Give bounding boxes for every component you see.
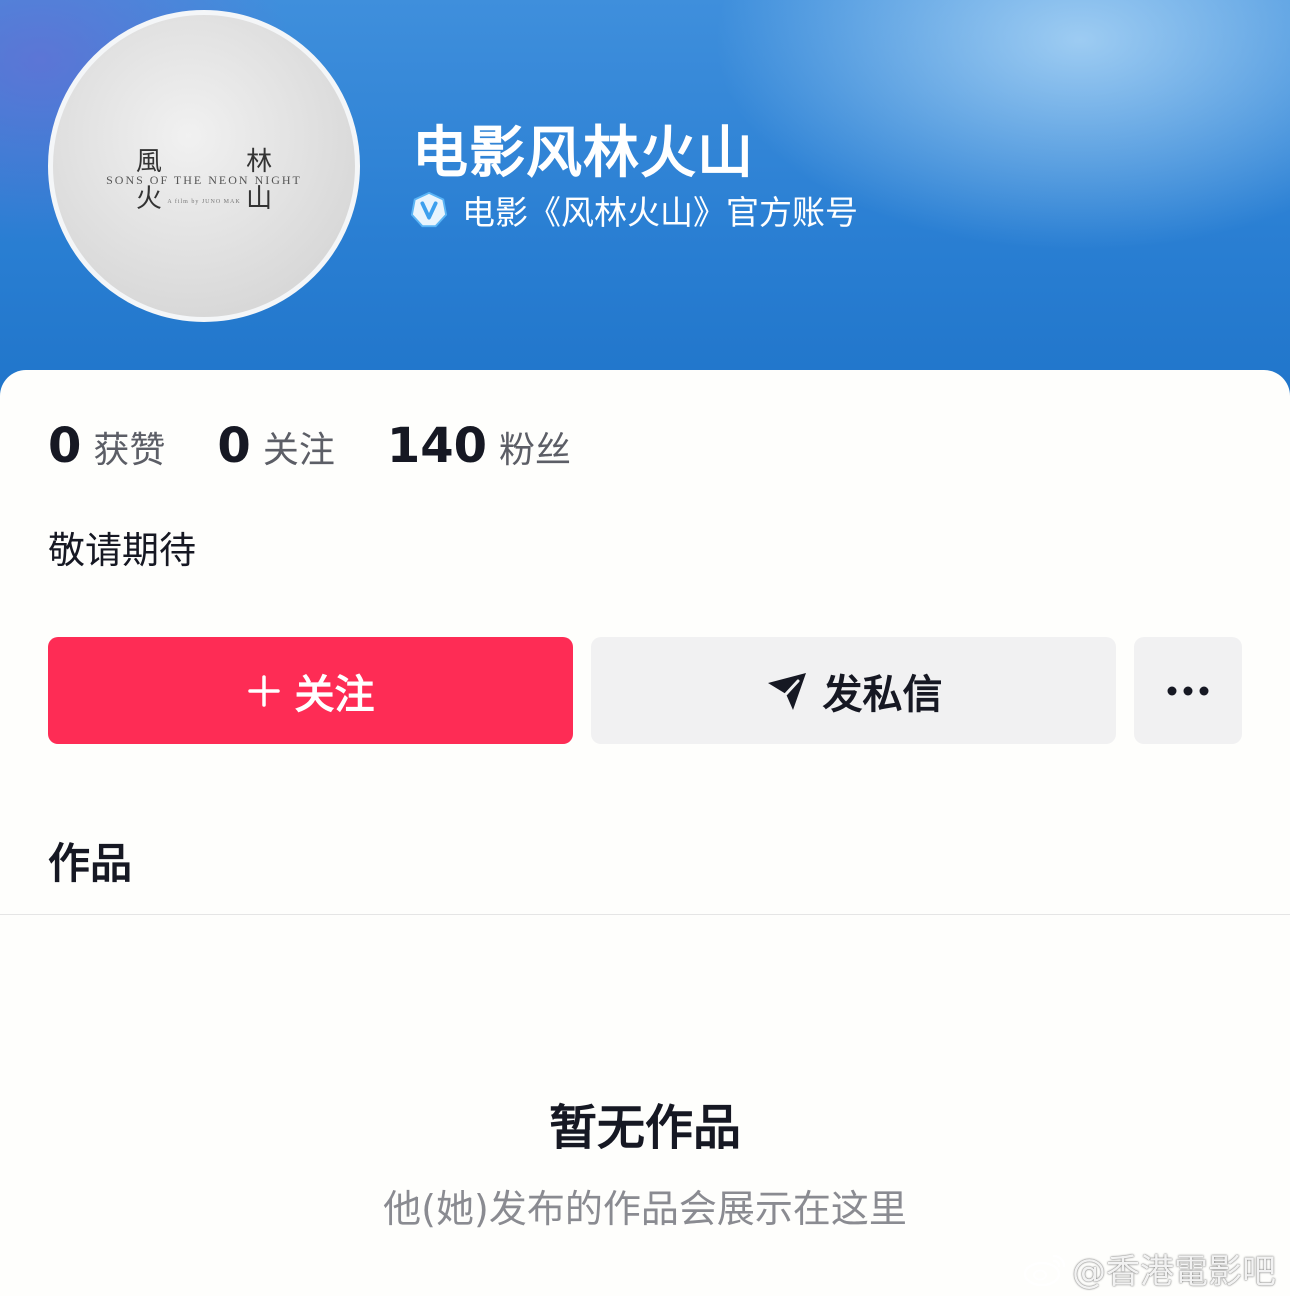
message-button-label: 发私信 (822, 671, 943, 718)
profile-bio: 敬请期待 (48, 529, 196, 572)
stat-likes[interactable]: 0 获赞 (48, 418, 165, 474)
stat-following-label: 关注 (262, 430, 335, 471)
stat-followers[interactable]: 140 粉丝 (387, 418, 571, 474)
stat-likes-value: 0 (48, 418, 82, 474)
stat-following-value: 0 (217, 418, 251, 474)
follow-button-label: 关注 (294, 671, 375, 718)
message-button[interactable]: 发私信 (591, 637, 1116, 744)
empty-state-title: 暂无作品 (548, 1100, 741, 1156)
watermark: @香港電影吧 (1022, 1244, 1276, 1293)
stat-likes-label: 获赞 (93, 430, 166, 471)
stats-row: 0 获赞 0 关注 140 粉丝 (48, 418, 623, 474)
stat-following[interactable]: 0 关注 (217, 418, 334, 474)
stat-followers-value: 140 (386, 418, 488, 474)
divider (0, 914, 1290, 915)
watermark-text: @香港電影吧 (1072, 1252, 1276, 1292)
more-dots-icon (1167, 686, 1209, 695)
plus-icon (247, 674, 280, 707)
more-button[interactable] (1134, 637, 1242, 744)
verified-text: 电影《风林火山》官方账号 (462, 193, 858, 232)
verified-v-icon (410, 191, 448, 228)
profile-name: 电影风林火山 (412, 121, 754, 186)
follow-button[interactable]: 关注 (48, 637, 573, 744)
profile-card: 0 获赞 0 关注 140 粉丝 敬请期待 关注 发私信 作品 暂无作品 他(她… (0, 370, 1290, 1296)
avatar-credit: A film by JUNO MAK (167, 199, 241, 205)
tab-works[interactable]: 作品 (48, 830, 132, 891)
weibo-icon (1023, 1254, 1066, 1286)
verified-line: 电影《风林火山》官方账号 (410, 188, 858, 232)
avatar-title-en: SONS OF THE NEON NIGHT (106, 173, 302, 187)
stat-followers-label: 粉丝 (499, 430, 572, 471)
empty-state-subtitle: 他(她)发布的作品会展示在这里 (383, 1187, 907, 1231)
avatar[interactable]: 風 林 火 山 SONS OF THE NEON NIGHT A film by… (48, 10, 360, 322)
send-icon (767, 672, 806, 710)
